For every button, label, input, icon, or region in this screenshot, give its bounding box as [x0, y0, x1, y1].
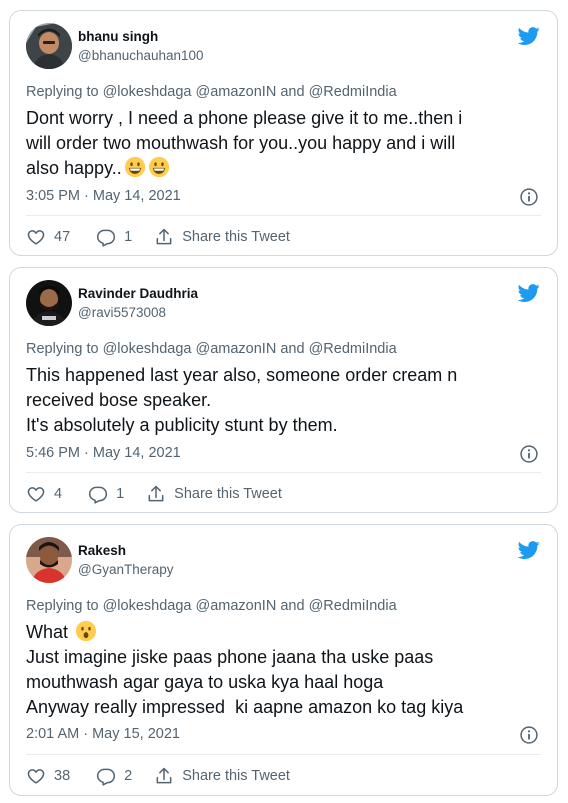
replying-prefix: Replying to — [26, 341, 99, 357]
tweet-text-line: What — [26, 620, 539, 645]
tweet-card[interactable]: Ravinder Daudhria @ravi5573008 Replying … — [9, 267, 558, 513]
like-button[interactable]: 47 — [26, 227, 70, 247]
reply-count: 2 — [124, 768, 133, 784]
tweet-text-line: also happy.. — [26, 156, 539, 181]
twitter-bird-icon[interactable] — [516, 25, 542, 47]
mention-link[interactable]: @RedmiIndia — [309, 598, 397, 614]
tweet-text-line: This happened last year also, someone or… — [26, 365, 458, 385]
info-icon[interactable] — [519, 187, 539, 207]
tweet-timestamp[interactable]: 3:05 PM · May 14, 2021 — [26, 188, 181, 204]
share-label: Share this Tweet — [182, 229, 290, 245]
heart-icon — [26, 484, 46, 504]
tweet-text: Dont worry , I need a phone please give … — [26, 106, 539, 181]
like-count: 47 — [54, 229, 71, 245]
mention-link[interactable]: @RedmiIndia — [309, 341, 397, 357]
tweet-text-line: Anyway really impressed ki aapne amazon … — [26, 697, 464, 717]
mention-link[interactable]: @amazonIN — [196, 598, 277, 614]
display-name[interactable]: bhanu singh — [78, 29, 158, 44]
reply-button[interactable]: 1 — [88, 484, 124, 504]
reply-icon — [96, 227, 116, 247]
divider — [26, 472, 541, 473]
tweet-text-line: Just imagine jiske paas phone jaana tha … — [26, 647, 434, 667]
tweet-text-line: It's absolutely a publicity stunt by the… — [26, 415, 338, 435]
reply-count: 1 — [124, 229, 133, 245]
like-count: 38 — [54, 768, 71, 784]
tweet-timestamp[interactable]: 5:46 PM · May 14, 2021 — [26, 445, 181, 461]
tweet-actions: 4 1 Share this Tweet — [26, 483, 282, 505]
twitter-bird-icon[interactable] — [516, 539, 542, 561]
mention-link[interactable]: @lokeshdaga — [103, 341, 192, 357]
display-name[interactable]: Rakesh — [78, 543, 126, 558]
tweet-actions: 47 1 Share this Tweet — [26, 226, 290, 248]
user-handle[interactable]: @ravi5573008 — [78, 305, 166, 320]
user-handle[interactable]: @bhanuchauhan100 — [78, 48, 204, 63]
heart-icon — [26, 766, 46, 786]
mention-conjunction: and — [280, 598, 305, 614]
replying-to-line: Replying to @lokeshdaga @amazonIN and @R… — [26, 598, 397, 614]
tweet-actions: 38 2 Share this Tweet — [26, 765, 290, 787]
mention-link[interactable]: @amazonIN — [196, 341, 277, 357]
reply-icon — [96, 766, 116, 786]
tweet-card[interactable]: bhanu singh @bhanuchauhan100 Replying to… — [9, 10, 558, 256]
tweet-text-line: mouthwash agar gaya to uska kya haal hog… — [26, 672, 384, 692]
mention-link[interactable]: @lokeshdaga — [103, 598, 192, 614]
share-button[interactable]: Share this Tweet — [146, 484, 282, 504]
astonished-face-emoji — [75, 620, 97, 642]
replying-to-line: Replying to @lokeshdaga @amazonIN and @R… — [26, 341, 397, 357]
avatar[interactable] — [26, 280, 72, 326]
info-icon[interactable] — [519, 444, 539, 464]
mention-link[interactable]: @RedmiIndia — [309, 84, 397, 100]
tweet-text-line: will order two mouthwash for you..you ha… — [26, 133, 456, 153]
avatar[interactable] — [26, 537, 72, 583]
share-icon — [146, 484, 166, 504]
share-label: Share this Tweet — [182, 768, 290, 784]
share-icon — [154, 227, 174, 247]
mention-link[interactable]: @amazonIN — [196, 84, 277, 100]
tweet-text: This happened last year also, someone or… — [26, 363, 539, 438]
display-name[interactable]: Ravinder Daudhria — [78, 286, 198, 301]
mention-conjunction: and — [280, 341, 305, 357]
reply-button[interactable]: 2 — [96, 766, 132, 786]
divider — [26, 754, 541, 755]
twitter-bird-icon[interactable] — [516, 282, 542, 304]
reply-count: 1 — [116, 486, 125, 502]
divider — [26, 215, 541, 216]
share-button[interactable]: Share this Tweet — [154, 766, 290, 786]
grinning-face-emoji — [124, 156, 146, 178]
info-icon[interactable] — [519, 725, 539, 745]
reply-button[interactable]: 1 — [96, 227, 132, 247]
avatar[interactable] — [26, 23, 72, 69]
share-icon — [154, 766, 174, 786]
heart-icon — [26, 227, 46, 247]
grinning-face-emoji — [148, 156, 170, 178]
mention-conjunction: and — [280, 84, 305, 100]
share-button[interactable]: Share this Tweet — [154, 227, 290, 247]
like-count: 4 — [54, 486, 63, 502]
replying-prefix: Replying to — [26, 598, 99, 614]
tweet-text-line: Dont worry , I need a phone please give … — [26, 108, 463, 128]
mention-link[interactable]: @lokeshdaga — [103, 84, 192, 100]
user-handle[interactable]: @GyanTherapy — [78, 562, 174, 577]
tweet-timestamp[interactable]: 2:01 AM · May 15, 2021 — [26, 726, 180, 742]
replying-prefix: Replying to — [26, 84, 99, 100]
tweet-card[interactable]: Rakesh @GyanTherapy Replying to @lokeshd… — [9, 524, 558, 796]
like-button[interactable]: 38 — [26, 766, 70, 786]
replying-to-line: Replying to @lokeshdaga @amazonIN and @R… — [26, 84, 397, 100]
reply-icon — [88, 484, 108, 504]
share-label: Share this Tweet — [174, 486, 282, 502]
tweet-text: What Just imagine jiske paas phone jaana… — [26, 620, 539, 720]
tweet-text-line: received bose speaker. — [26, 390, 212, 410]
like-button[interactable]: 4 — [26, 484, 62, 504]
